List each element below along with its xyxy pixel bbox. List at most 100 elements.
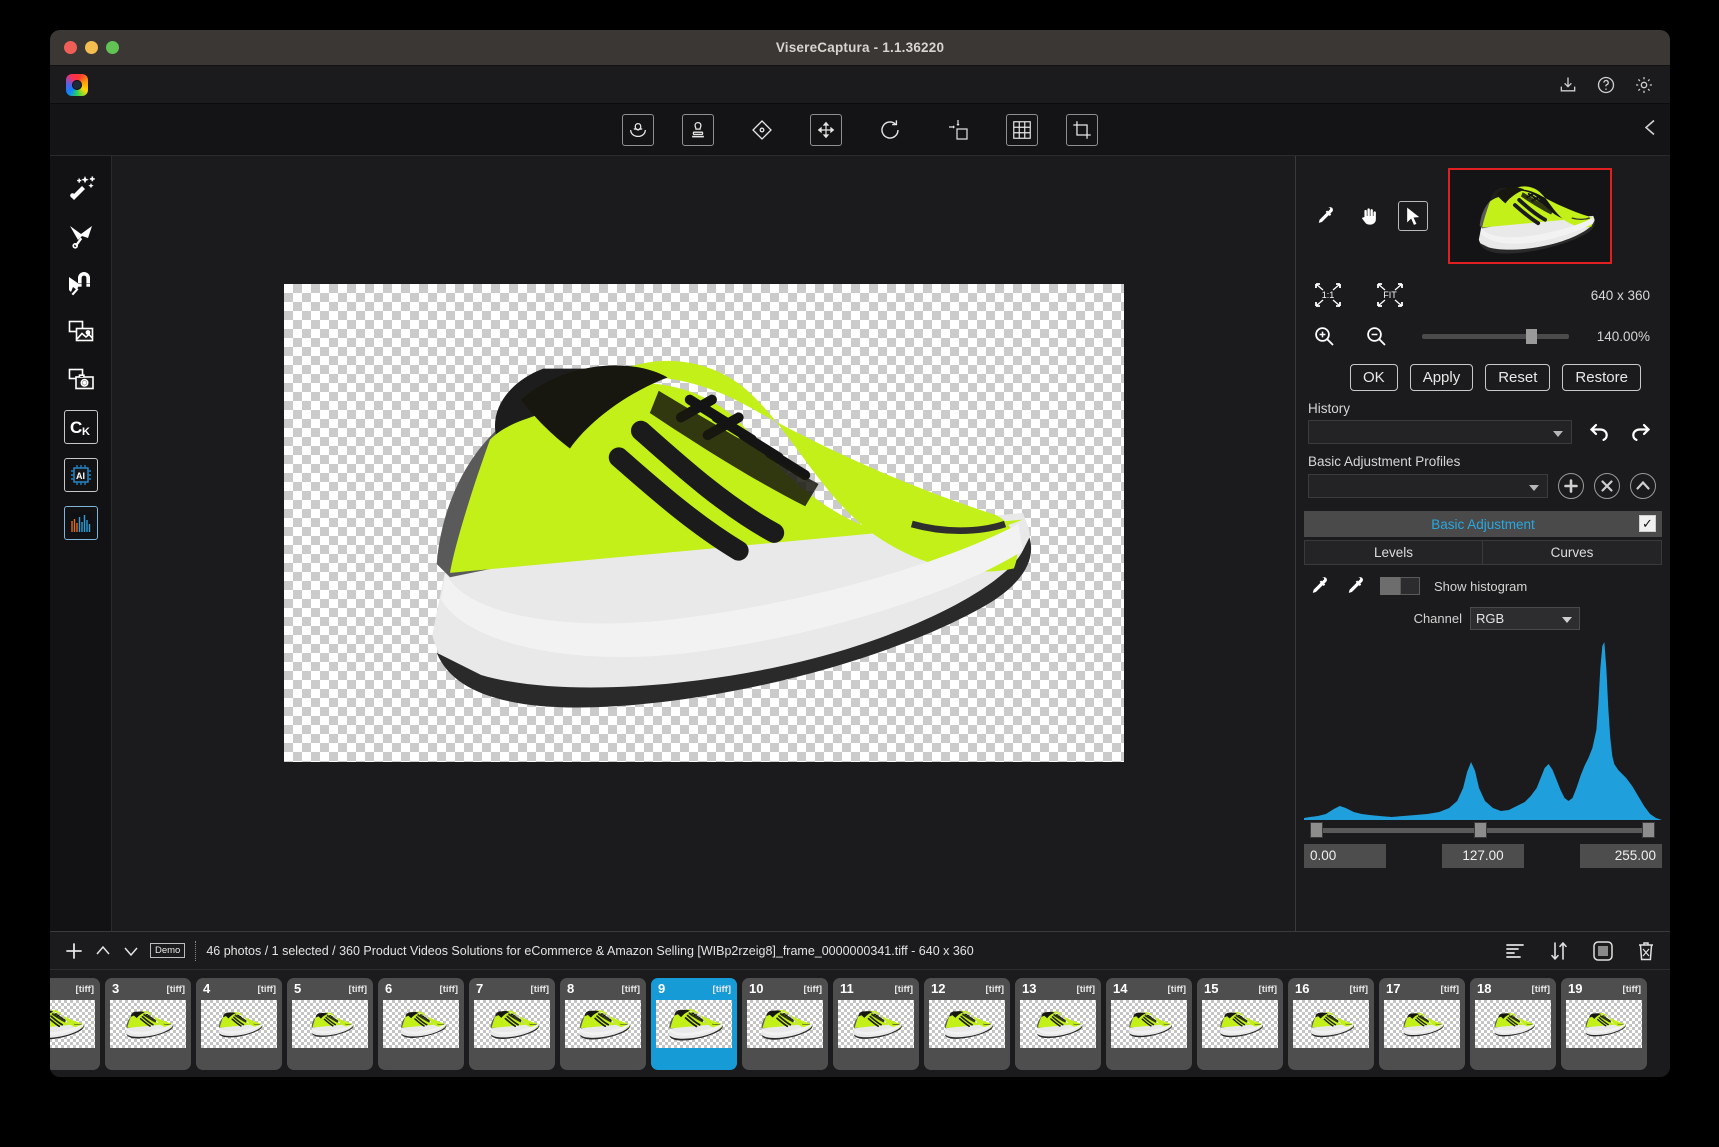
apply-button[interactable]: Apply — [1409, 364, 1474, 391]
levels-white-input[interactable]: 255.00 — [1580, 844, 1662, 868]
navigator-preview[interactable] — [1448, 168, 1612, 264]
chroma-key-icon[interactable]: C K — [63, 410, 98, 444]
right-panel: 1:1 FIT 640 x 360 140.00% OK Apply Reset… — [1295, 156, 1670, 931]
transform-icon[interactable] — [938, 112, 978, 148]
list-item[interactable]: 6 [tiff] — [378, 978, 464, 1070]
list-item[interactable]: 8 [tiff] — [560, 978, 646, 1070]
eyedropper-icon[interactable] — [1310, 201, 1340, 231]
cursor-icon[interactable] — [1398, 201, 1428, 231]
rotate-icon[interactable] — [870, 112, 910, 148]
restore-button[interactable]: Restore — [1562, 364, 1641, 391]
levels-white-handle[interactable] — [1642, 822, 1655, 838]
levels-gamma-handle[interactable] — [1474, 822, 1487, 838]
thumbnail-image — [383, 1000, 459, 1048]
zoom-fit-button[interactable]: FIT — [1374, 280, 1406, 310]
reset-button[interactable]: Reset — [1485, 364, 1551, 391]
list-item[interactable]: 10 [tiff] — [742, 978, 828, 1070]
list-item[interactable]: 3 [tiff] — [105, 978, 191, 1070]
download-icon[interactable] — [1558, 75, 1578, 95]
crop-icon[interactable] — [1066, 113, 1098, 146]
list-item[interactable]: 7 [tiff] — [469, 978, 555, 1070]
list-item[interactable]: 4 [tiff] — [196, 978, 282, 1070]
white-point-eyedropper-icon[interactable] — [1344, 575, 1366, 597]
list-item[interactable]: 18 [tiff] — [1470, 978, 1556, 1070]
status-bar: Demo 46 photos / 1 selected / 360 Produc… — [50, 931, 1670, 969]
zoom-slider-handle[interactable] — [1526, 328, 1537, 344]
sort-icon[interactable] — [1548, 940, 1570, 962]
show-histogram-label: Show histogram — [1434, 578, 1528, 594]
list-item[interactable]: 11 [tiff] — [833, 978, 919, 1070]
profiles-combo[interactable] — [1308, 474, 1548, 498]
list-item[interactable]: 2 [tiff] — [50, 978, 100, 1070]
show-histogram-toggle[interactable] — [1380, 577, 1420, 595]
thumbnail-number: 9 — [658, 981, 666, 996]
ok-button[interactable]: OK — [1350, 364, 1398, 391]
preview-shoe-image — [1458, 175, 1608, 261]
magic-wand-icon[interactable] — [64, 170, 98, 204]
tab-levels[interactable]: Levels — [1304, 540, 1483, 565]
select-all-icon[interactable] — [1592, 940, 1614, 962]
list-item[interactable]: 12 [tiff] — [924, 978, 1010, 1070]
camera-layers-icon[interactable] — [64, 362, 98, 396]
zoom-out-icon[interactable] — [1364, 324, 1388, 348]
target-icon[interactable] — [742, 112, 782, 148]
channel-combo[interactable]: RGB — [1470, 607, 1580, 630]
move-down-icon[interactable] — [122, 942, 140, 960]
flower-icon[interactable] — [622, 113, 654, 146]
filter-icon[interactable] — [1504, 941, 1526, 961]
levels-gamma-input[interactable]: 127.00 — [1442, 844, 1524, 868]
gear-icon[interactable] — [1634, 75, 1654, 95]
grid-icon[interactable] — [1006, 113, 1038, 146]
collapse-panel-icon[interactable] — [1640, 116, 1660, 143]
svg-text:FIT: FIT — [1383, 290, 1397, 300]
add-profile-icon[interactable] — [1558, 473, 1584, 499]
magnetic-lasso-icon[interactable] — [64, 266, 98, 300]
list-item[interactable]: 16 [tiff] — [1288, 978, 1374, 1070]
zoom-1to1-button[interactable]: 1:1 — [1312, 280, 1344, 310]
profiles-label: Basic Adjustment Profiles — [1308, 454, 1461, 469]
move-up-icon[interactable] — [94, 942, 112, 960]
thumbnail-image — [201, 1000, 277, 1048]
help-icon[interactable] — [1596, 75, 1616, 95]
list-item[interactable]: 17 [tiff] — [1379, 978, 1465, 1070]
levels-black-input[interactable]: 0.00 — [1304, 844, 1386, 868]
redo-icon[interactable] — [1628, 421, 1652, 443]
trash-icon[interactable] — [1636, 940, 1656, 962]
list-item[interactable]: 15 [tiff] — [1197, 978, 1283, 1070]
levels-slider[interactable] — [1304, 822, 1662, 838]
zoom-slider[interactable] — [1422, 328, 1569, 344]
move-icon[interactable] — [810, 113, 842, 146]
levels-icon[interactable] — [63, 506, 98, 540]
tab-curves[interactable]: Curves — [1483, 540, 1662, 565]
ai-chip-icon[interactable]: AI — [63, 458, 98, 492]
stamp-icon[interactable] — [682, 113, 714, 146]
thumbnail-image — [50, 1000, 95, 1048]
image-layers-icon[interactable] — [64, 314, 98, 348]
thumbnail-type: [tiff] — [894, 984, 913, 995]
thumbnail-number: 16 — [1295, 981, 1310, 996]
add-icon[interactable] — [64, 941, 84, 961]
history-combo[interactable] — [1308, 420, 1572, 444]
hand-icon[interactable] — [1354, 201, 1384, 231]
filmstrip[interactable]: 2 [tiff] 3 [tiff] 4 [tiff] 5 [tiff] — [50, 969, 1670, 1077]
image-canvas[interactable] — [112, 156, 1295, 931]
list-item[interactable]: 5 [tiff] — [287, 978, 373, 1070]
list-item[interactable]: 9 [tiff] — [651, 978, 737, 1070]
lasso-icon[interactable] — [64, 218, 98, 252]
thumbnail-number: 3 — [112, 981, 120, 996]
status-text: 46 photos / 1 selected / 360 Product Vid… — [206, 943, 974, 958]
save-profile-icon[interactable] — [1630, 473, 1656, 499]
black-point-eyedropper-icon[interactable] — [1308, 575, 1330, 597]
thumbnail-image — [1475, 1000, 1551, 1048]
thumbnail-image — [1566, 1000, 1642, 1048]
list-item[interactable]: 13 [tiff] — [1015, 978, 1101, 1070]
basic-adjustment-header[interactable]: Basic Adjustment ✓ — [1304, 511, 1662, 537]
list-item[interactable]: 19 [tiff] — [1561, 978, 1647, 1070]
thumbnail-type: [tiff] — [803, 984, 822, 995]
delete-profile-icon[interactable] — [1594, 473, 1620, 499]
zoom-in-icon[interactable] — [1312, 324, 1336, 348]
basic-adjustment-checkbox[interactable]: ✓ — [1639, 515, 1656, 532]
undo-icon[interactable] — [1588, 421, 1612, 443]
levels-black-handle[interactable] — [1310, 822, 1323, 838]
list-item[interactable]: 14 [tiff] — [1106, 978, 1192, 1070]
